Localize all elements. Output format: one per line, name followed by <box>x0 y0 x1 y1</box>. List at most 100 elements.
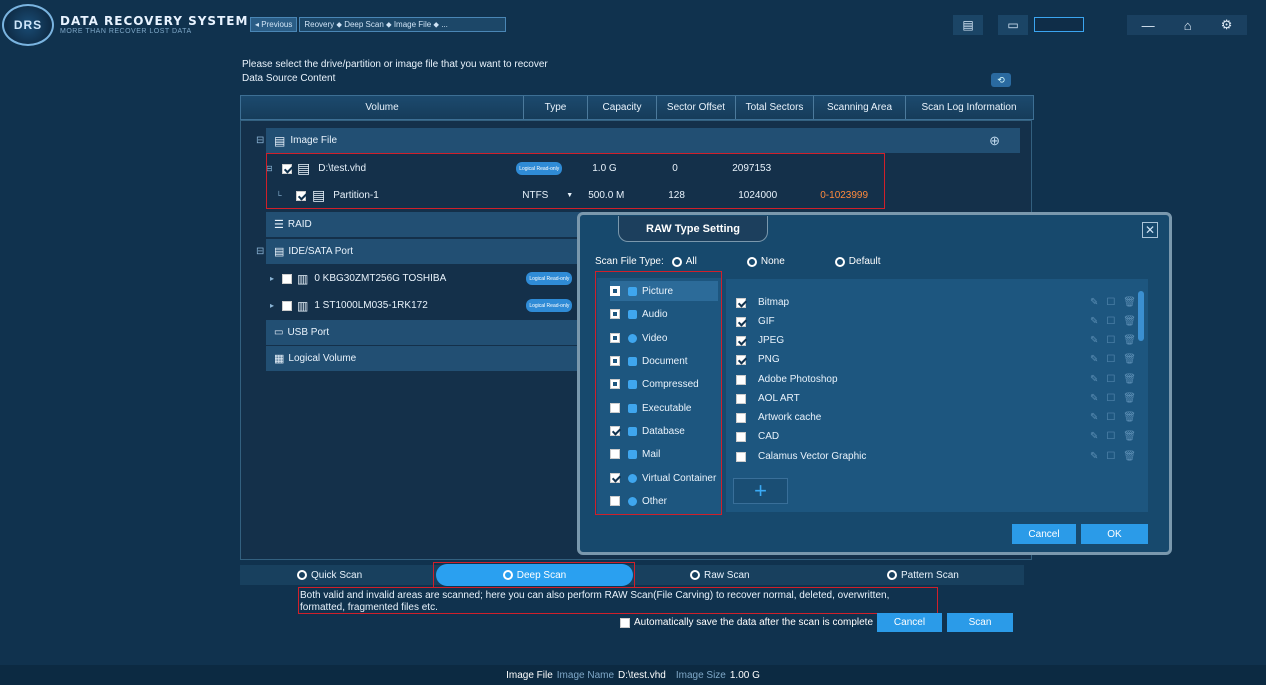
image-size: 1.00 G <box>729 669 760 681</box>
collapse-icon[interactable]: ⊟ <box>256 246 274 257</box>
type-label: PNG <box>758 354 780 365</box>
status-label: Image File <box>506 669 553 681</box>
note-icon[interactable]: ☐ <box>1106 393 1115 404</box>
delete-icon[interactable]: 🗑 <box>1123 412 1136 423</box>
dialog-cancel-button[interactable]: Cancel <box>1012 524 1076 544</box>
log-icon[interactable]: ▤ <box>953 15 983 35</box>
disk-name: 1 ST1000LM035-1RK172 <box>314 300 428 311</box>
highlight-box <box>298 587 938 614</box>
type-label: AOL ART <box>758 393 800 404</box>
type-label: JPEG <box>758 335 785 346</box>
checkbox[interactable] <box>736 354 746 365</box>
app-subtitle: MORE THAN RECOVER LOST DATA <box>60 28 192 35</box>
home-icon[interactable]: ⌂ <box>1184 18 1192 33</box>
type-label: CAD <box>758 431 780 442</box>
radio[interactable] <box>887 570 897 580</box>
note-icon[interactable]: ☐ <box>1106 412 1115 423</box>
note-icon[interactable]: ☐ <box>1106 451 1115 462</box>
edit-icon[interactable]: ✎ <box>1090 354 1098 365</box>
radio-none-label: None <box>760 256 785 267</box>
disk-icon[interactable]: ▭ <box>998 15 1028 35</box>
list-item[interactable]: CAD ✎ ☐ 🗑 <box>736 427 1136 446</box>
mode-label: Raw Scan <box>704 569 750 581</box>
highlight-box <box>433 562 635 588</box>
radio-default-label: Default <box>848 256 881 267</box>
checkbox[interactable] <box>282 273 292 284</box>
note-icon[interactable]: ☐ <box>1106 316 1115 327</box>
previous-button[interactable]: ◂ Previous <box>250 17 298 32</box>
list-item[interactable]: JPEG ✎ ☐ 🗑 <box>736 331 1136 350</box>
checkbox[interactable] <box>736 451 746 462</box>
note-icon[interactable]: ☐ <box>1106 335 1115 346</box>
scrollbar[interactable] <box>1138 291 1144 341</box>
dialog-ok-button[interactable]: OK <box>1081 524 1148 544</box>
list-item[interactable]: Adobe Photoshop ✎ ☐ 🗑 <box>736 370 1136 389</box>
note-icon[interactable]: ☐ <box>1106 354 1115 365</box>
delete-icon[interactable]: 🗑 <box>1123 335 1136 346</box>
section-label: Data Source Content <box>242 73 336 84</box>
checkbox[interactable] <box>736 335 746 346</box>
radio-default[interactable] <box>834 256 845 267</box>
edit-icon[interactable]: ✎ <box>1090 297 1098 308</box>
add-icon[interactable]: ⊕ <box>989 133 1000 149</box>
checkbox[interactable] <box>736 393 746 404</box>
cancel-button[interactable]: Cancel <box>877 613 942 632</box>
checkbox[interactable] <box>736 412 746 423</box>
add-type-button[interactable]: + <box>733 478 788 504</box>
edit-icon[interactable]: ✎ <box>1090 412 1098 423</box>
note-icon[interactable]: ☐ <box>1106 431 1115 442</box>
expand-icon[interactable]: ▸ <box>270 274 282 283</box>
pattern-scan-option[interactable]: Pattern Scan <box>887 565 959 585</box>
scan-button[interactable]: Scan <box>947 613 1013 632</box>
search-input[interactable] <box>1034 17 1084 32</box>
delete-icon[interactable]: 🗑 <box>1123 431 1136 442</box>
radio-all-label: All <box>685 256 697 267</box>
col-capacity: Capacity <box>588 96 657 119</box>
mode-label: Quick Scan <box>311 569 363 581</box>
autosave-checkbox[interactable] <box>620 617 630 628</box>
delete-icon[interactable]: 🗑 <box>1123 451 1136 462</box>
edit-icon[interactable]: ✎ <box>1090 316 1098 327</box>
edit-icon[interactable]: ✎ <box>1090 393 1098 404</box>
list-item[interactable]: AOL ART ✎ ☐ 🗑 <box>736 389 1136 408</box>
edit-icon[interactable]: ✎ <box>1090 451 1098 462</box>
minimize-icon[interactable]: — <box>1142 18 1155 33</box>
radio-all[interactable] <box>671 256 682 267</box>
checkbox[interactable] <box>736 297 746 308</box>
note-icon[interactable]: ☐ <box>1106 374 1115 385</box>
list-item[interactable]: Calamus Vector Graphic ✎ ☐ 🗑 <box>736 447 1136 466</box>
delete-icon[interactable]: 🗑 <box>1123 297 1136 308</box>
checkbox[interactable] <box>736 374 746 385</box>
collapse-icon[interactable]: ⊟ <box>256 135 274 146</box>
list-item[interactable]: Artwork cache ✎ ☐ 🗑 <box>736 408 1136 427</box>
highlight-box <box>595 271 722 515</box>
group-image-file[interactable]: ⊟ ▤ Image File ⊕ <box>256 128 1020 153</box>
list-item[interactable]: GIF ✎ ☐ 🗑 <box>736 312 1136 331</box>
raw-scan-option[interactable]: Raw Scan <box>690 565 750 585</box>
radio[interactable] <box>690 570 700 580</box>
radio-none[interactable] <box>746 256 757 267</box>
list-icon: ☰ <box>274 219 284 231</box>
edit-icon[interactable]: ✎ <box>1090 431 1098 442</box>
delete-icon[interactable]: 🗑 <box>1123 354 1136 365</box>
edit-icon[interactable]: ✎ <box>1090 335 1098 346</box>
group-label: Logical Volume <box>288 353 357 364</box>
note-icon[interactable]: ☐ <box>1106 297 1115 308</box>
delete-icon[interactable]: 🗑 <box>1123 316 1136 327</box>
close-icon[interactable]: ✕ <box>1142 222 1158 238</box>
refresh-icon[interactable]: ⟲ <box>991 73 1011 87</box>
list-item[interactable]: PNG ✎ ☐ 🗑 <box>736 350 1136 369</box>
delete-icon[interactable]: 🗑 <box>1123 374 1136 385</box>
dialog-title: RAW Type Setting <box>618 216 768 242</box>
edit-icon[interactable]: ✎ <box>1090 374 1098 385</box>
expand-icon[interactable]: ▸ <box>270 301 282 310</box>
checkbox[interactable] <box>736 431 746 442</box>
list-item[interactable]: Bitmap ✎ ☐ 🗑 <box>736 293 1136 312</box>
radio[interactable] <box>297 570 307 580</box>
autosave-row[interactable]: Automatically save the data after the sc… <box>620 617 873 628</box>
settings-icon[interactable]: ⚙ <box>1221 17 1233 33</box>
checkbox[interactable] <box>282 300 292 311</box>
delete-icon[interactable]: 🗑 <box>1123 393 1136 404</box>
checkbox[interactable] <box>736 316 746 327</box>
quick-scan-option[interactable]: Quick Scan <box>297 565 362 585</box>
